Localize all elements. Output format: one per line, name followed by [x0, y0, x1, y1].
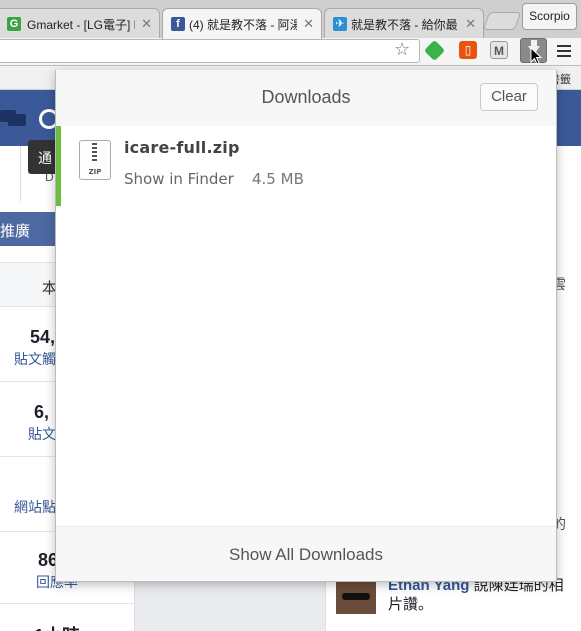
tab-facebook[interactable]: f (4) 就是教不落 - 阿湯 ✕ — [162, 8, 322, 39]
stat-label[interactable]: 貼文觸 — [14, 349, 56, 369]
zip-icon-label: ZIP — [88, 168, 102, 176]
gmarket-favicon-icon: G — [7, 17, 21, 31]
tab-blog[interactable]: ✈ 就是教不落 - 給你最 ✕ — [324, 8, 484, 38]
close-tab-icon[interactable]: ✕ — [141, 16, 152, 32]
download-file-name[interactable]: icare-full.zip — [124, 138, 240, 157]
stat-label[interactable]: 網站點 — [14, 497, 56, 517]
facebook-favicon-icon: f — [171, 17, 185, 31]
tab-title: (4) 就是教不落 - 阿湯 — [189, 18, 297, 32]
downloads-footer[interactable]: Show All Downloads — [56, 526, 556, 581]
show-all-downloads-button[interactable]: Show All Downloads — [56, 545, 556, 565]
stat-number: 54, — [30, 327, 56, 347]
tab-gmarket[interactable]: G Gmarket - [LG電子] L ✕ — [0, 8, 160, 38]
browser-toolbar: ☆ ▯ M — [0, 38, 581, 66]
close-tab-icon[interactable]: ✕ — [465, 16, 476, 32]
mouse-pointer-icon — [530, 47, 542, 65]
stat-response-time: 1小時 — [0, 603, 135, 631]
profile-button[interactable]: Scorpio — [522, 3, 577, 30]
avatar[interactable] — [336, 579, 376, 614]
tab-title: Gmarket - [LG電子] L — [27, 18, 135, 32]
stat-number: 1小時 — [34, 622, 80, 631]
download-item[interactable]: ZIP icare-full.zip Show in Finder 4.5 MB — [56, 126, 556, 206]
downloads-header: Downloads Clear — [56, 70, 556, 126]
clear-button[interactable]: Clear — [480, 83, 538, 111]
new-tab-button[interactable] — [482, 12, 522, 30]
messages-icon[interactable] — [0, 108, 28, 130]
downloads-popup: Downloads Clear ZIP icare-full.zip Show … — [55, 70, 557, 582]
sunglasses — [342, 593, 370, 600]
show-in-finder-link[interactable]: Show in Finder — [124, 170, 234, 188]
bookmark-star-icon[interactable]: ☆ — [394, 39, 410, 60]
chrome-menu-icon[interactable] — [557, 42, 571, 60]
feedly-extension-icon[interactable] — [423, 39, 446, 62]
stat-number: 6, — [34, 402, 50, 422]
download-file-size: 4.5 MB — [252, 170, 304, 188]
download-complete-indicator — [56, 126, 61, 206]
office-extension-icon[interactable]: ▯ — [459, 41, 477, 59]
tab-strip: G Gmarket - [LG電子] L ✕ f (4) 就是教不落 - 阿湯 … — [0, 0, 581, 39]
gmail-extension-icon[interactable]: M — [490, 41, 508, 59]
tab-title: 就是教不落 - 給你最 — [351, 18, 458, 32]
zipper — [92, 143, 97, 161]
zip-file-icon[interactable]: ZIP — [79, 140, 111, 180]
close-tab-icon[interactable]: ✕ — [303, 16, 314, 32]
address-bar[interactable] — [0, 39, 420, 63]
stat-label[interactable]: 貼文 — [28, 424, 56, 444]
notification-tooltip: 通 — [28, 140, 58, 174]
paper-plane-favicon-icon: ✈ — [333, 17, 347, 31]
divider — [20, 146, 21, 201]
